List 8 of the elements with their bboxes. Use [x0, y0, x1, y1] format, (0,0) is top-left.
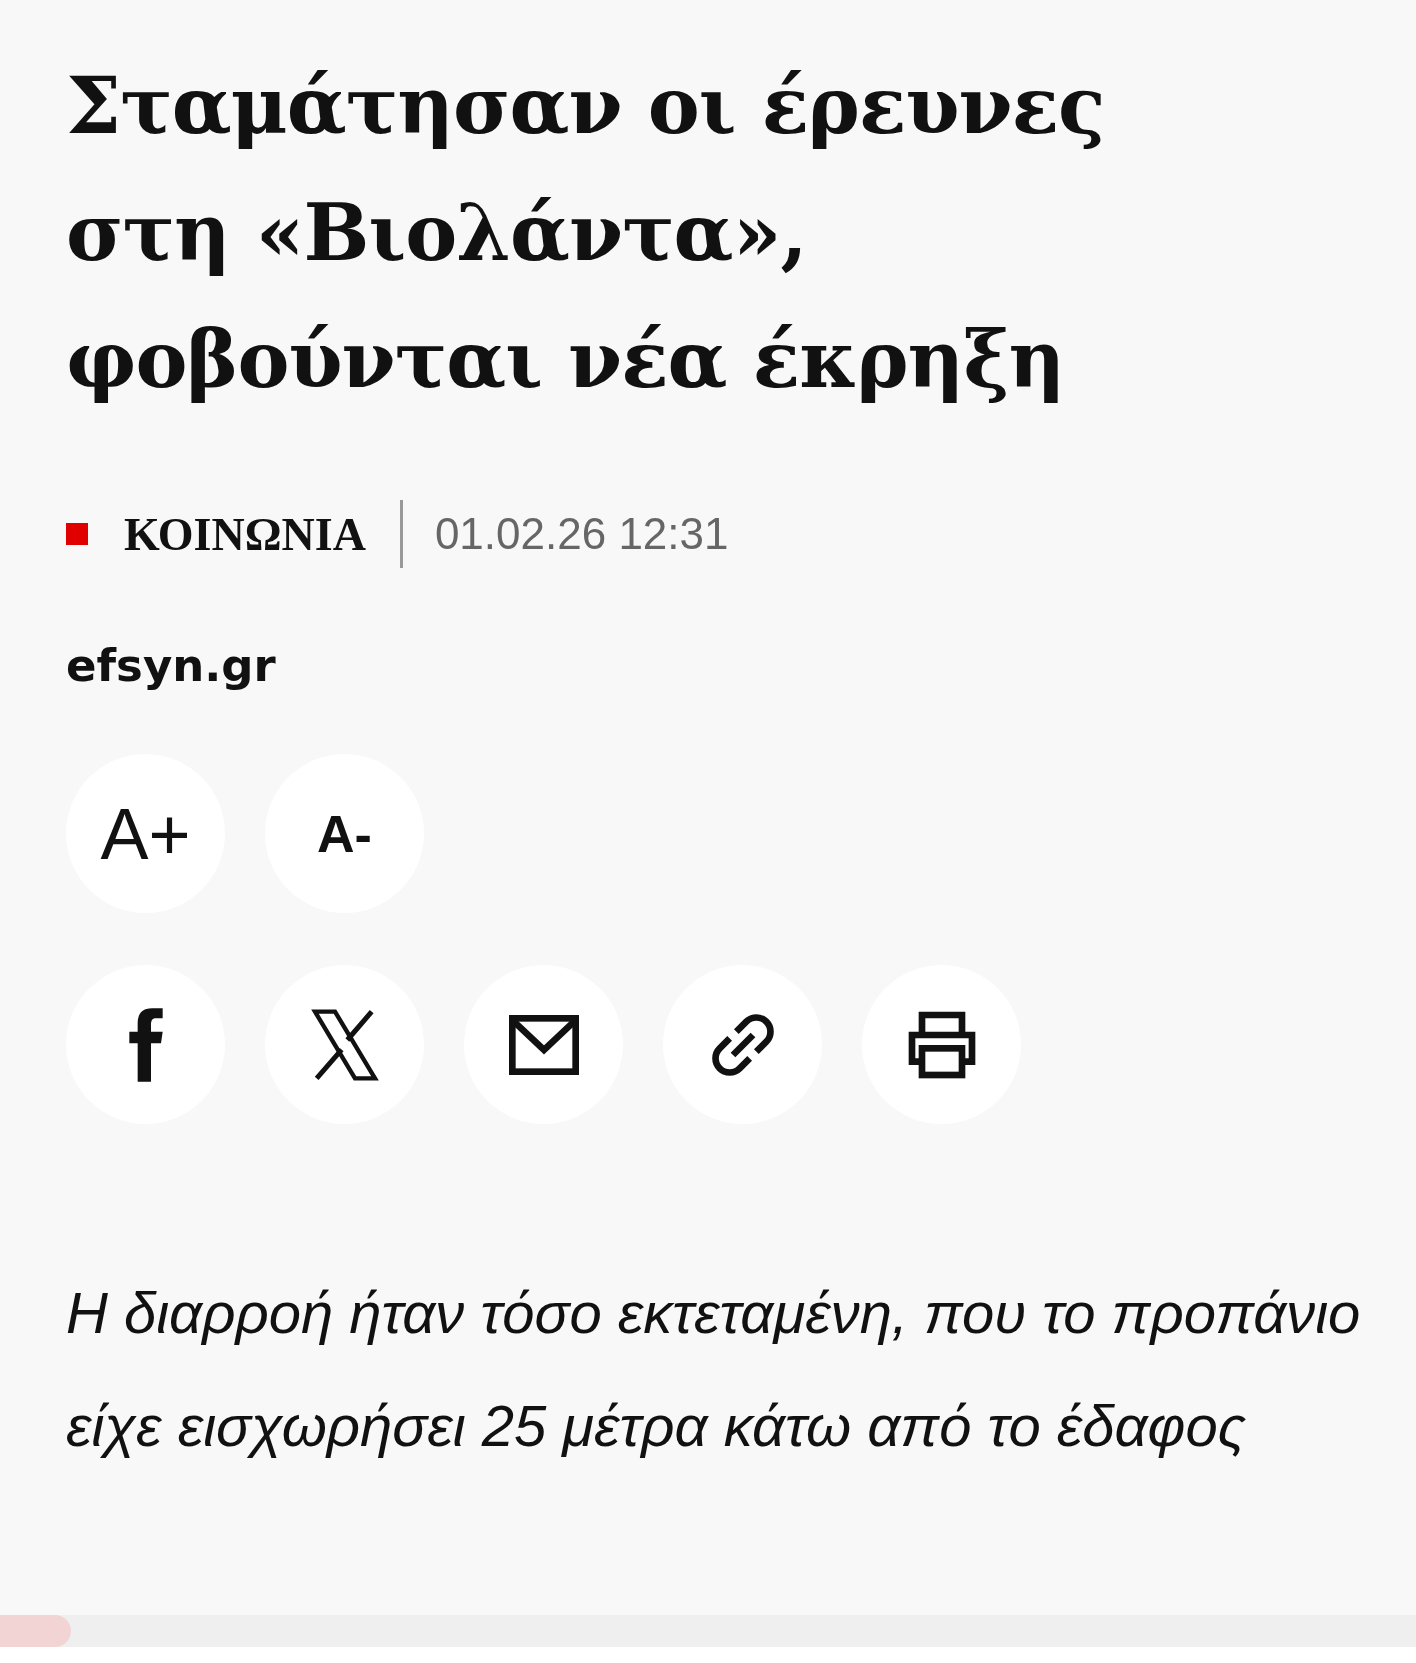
category-marker — [66, 523, 88, 545]
increase-font-button[interactable]: A+ — [66, 754, 225, 913]
article-lead: Η διαρροή ήταν τόσο εκτεταμένη, που το προπάνιο είχε εισχωρήσει 25 μέτρα κάτω από το έδαφος — [66, 1279, 1362, 1460]
article-title: Σταμάτησαν οι έρευνες στη «Βιολάντα», φοβούνται νέα έκρηξη — [66, 59, 1106, 407]
source-label: efsyn.gr — [66, 639, 277, 692]
decrease-font-button[interactable]: A- — [265, 754, 424, 913]
publish-date: 01.02.26 12:31 — [434, 509, 729, 559]
category-label[interactable]: ΚΟΙΝΩΝΙΑ — [124, 507, 366, 561]
